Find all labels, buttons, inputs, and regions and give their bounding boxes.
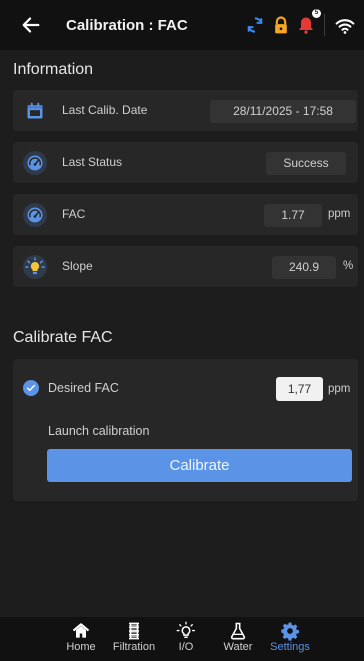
nav-label: Water xyxy=(223,641,253,653)
nav-item-filtration[interactable]: Filtration xyxy=(108,621,160,653)
info-value: 240.9 xyxy=(272,256,336,279)
back-arrow-icon[interactable] xyxy=(20,14,42,36)
info-label: Last Status xyxy=(62,155,123,169)
info-row-fac: FAC 1.77 ppm xyxy=(13,194,358,235)
check-circle-icon xyxy=(23,380,39,396)
calibrate-panel: Desired FAC 1,77 ppm Launch calibration … xyxy=(13,359,358,501)
bell-icon[interactable] xyxy=(296,15,316,35)
filter-icon xyxy=(129,622,139,640)
flask-icon xyxy=(230,622,246,640)
info-row-last-calib-date: Last Calib. Date 28/11/2025 - 17:58 xyxy=(13,90,358,131)
nav-item-settings[interactable]: Settings xyxy=(264,621,316,653)
gear-icon xyxy=(281,622,299,641)
sync-icon[interactable] xyxy=(245,15,265,35)
home-icon xyxy=(72,623,90,638)
information-title: Information xyxy=(13,61,94,78)
header-divider xyxy=(324,14,325,36)
bottom-nav: Home Filtration I/O Water Settings xyxy=(0,617,364,661)
app-header: Calibration : FAC 5 xyxy=(0,0,364,50)
info-label: Last Calib. Date xyxy=(62,103,148,117)
calendar-icon xyxy=(27,102,43,119)
calibrate-button[interactable]: Calibrate xyxy=(47,449,352,482)
lightbulb-icon xyxy=(25,257,45,275)
wifi-icon[interactable] xyxy=(335,16,355,36)
nav-item-home[interactable]: Home xyxy=(55,621,107,653)
notification-badge: 5 xyxy=(312,9,321,18)
page-title: Calibration : FAC xyxy=(66,17,188,34)
desired-fac-label: Desired FAC xyxy=(48,381,119,395)
nav-label: Home xyxy=(66,641,96,653)
desired-fac-input[interactable]: 1,77 xyxy=(276,377,323,401)
info-unit: ppm xyxy=(328,208,351,220)
info-row-slope: Slope 240.9 % xyxy=(13,246,358,287)
info-value: 1.77 xyxy=(264,204,322,227)
nav-item-io[interactable]: I/O xyxy=(160,621,212,653)
info-value: 28/11/2025 - 17:58 xyxy=(210,100,356,123)
info-label: FAC xyxy=(62,207,86,221)
nav-label: I/O xyxy=(178,641,194,653)
nav-label: Settings xyxy=(270,641,310,653)
calibrate-title: Calibrate FAC xyxy=(13,329,113,346)
info-unit: % xyxy=(343,260,354,272)
nav-label: Filtration xyxy=(112,641,156,653)
gauge-icon xyxy=(27,207,43,223)
desired-fac-unit: ppm xyxy=(328,383,351,395)
launch-calibration-label: Launch calibration xyxy=(48,424,150,438)
nav-item-water[interactable]: Water xyxy=(212,621,264,653)
lightbulb-icon xyxy=(176,621,196,638)
info-label: Slope xyxy=(62,259,93,273)
lock-icon[interactable] xyxy=(271,15,291,35)
status-badge: Success xyxy=(266,152,346,175)
gauge-icon xyxy=(27,155,43,171)
info-row-last-status: Last Status Success xyxy=(13,142,358,183)
